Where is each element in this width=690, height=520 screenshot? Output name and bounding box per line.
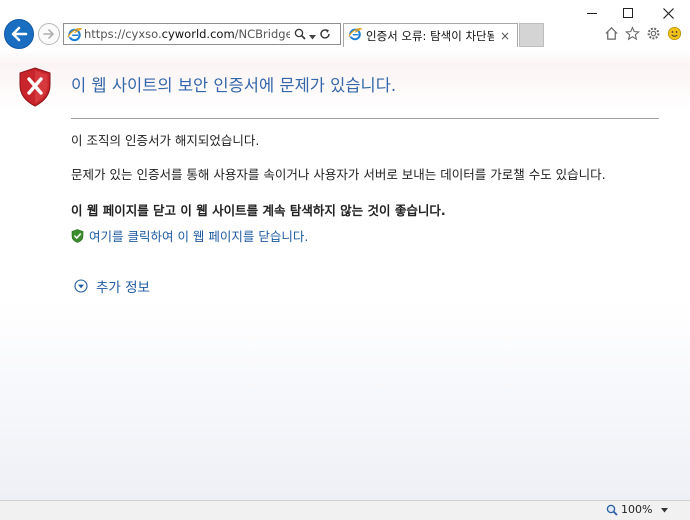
maximize-button[interactable]: [613, 4, 643, 22]
close-page-link-text[interactable]: 여기를 클릭하여 이 웹 페이지를 닫습니다.: [89, 226, 308, 245]
magnifier-icon: [606, 504, 618, 516]
ie-logo-icon: [348, 26, 363, 45]
close-window-button[interactable]: [653, 4, 683, 22]
browser-chrome: https://cyxso.cyworld.com/NCBridge.sk?in…: [0, 0, 690, 50]
refresh-icon: [320, 28, 330, 39]
chevron-down-icon: [661, 508, 668, 513]
url-host: cyworld.com: [161, 27, 235, 41]
forward-arrow-icon: [43, 29, 54, 39]
back-button[interactable]: [4, 19, 34, 49]
back-arrow-icon: [11, 26, 28, 42]
search-dropdown-button[interactable]: [309, 25, 316, 44]
search-button[interactable]: [294, 25, 306, 44]
tab-certificate-error[interactable]: 인증서 오류: 탐색이 차단됨 ×: [343, 23, 518, 47]
zoom-level: 100%: [621, 503, 653, 516]
search-icon: [294, 28, 306, 40]
minimize-button[interactable]: [577, 4, 607, 22]
page-title: 이 웹 사이트의 보안 인증서에 문제가 있습니다.: [71, 76, 397, 95]
favorites-button[interactable]: [624, 25, 640, 41]
risk-message: 문제가 있는 인증서를 통해 사용자를 속이거나 사용자가 서버로 보내는 데이…: [71, 167, 606, 182]
advice-message: 이 웹 페이지를 닫고 이 웹 사이트를 계속 탐색하지 않는 것이 좋습니다.: [71, 203, 446, 218]
revoked-message: 이 조직의 인증서가 해지되었습니다.: [71, 133, 260, 148]
shield-check-icon: [71, 228, 84, 243]
star-icon: [624, 25, 640, 40]
divider: [71, 118, 659, 119]
address-bar[interactable]: https://cyxso.cyworld.com/NCBridge.sk?in…: [63, 23, 341, 45]
url-text[interactable]: https://cyxso.cyworld.com/NCBridge.sk?in…: [84, 27, 290, 41]
shield-error-icon: [19, 67, 51, 107]
close-page-link[interactable]: 여기를 클릭하여 이 웹 페이지를 닫습니다.: [71, 226, 308, 245]
home-button[interactable]: [603, 25, 619, 41]
settings-button[interactable]: [645, 25, 661, 41]
zoom-dropdown-button[interactable]: [661, 506, 668, 515]
chevron-down-circle-icon: [74, 279, 88, 293]
new-tab-button[interactable]: [519, 23, 544, 47]
more-info-label[interactable]: 추가 정보: [96, 276, 150, 296]
forward-button[interactable]: [38, 23, 60, 45]
feedback-button[interactable]: [666, 25, 682, 41]
tab-title: 인증서 오류: 탐색이 차단됨: [366, 28, 494, 43]
close-icon: [662, 7, 674, 19]
page-content: 이 웹 사이트의 보안 인증서에 문제가 있습니다. 이 조직의 인증서가 해지…: [0, 50, 690, 500]
minimize-icon: [587, 12, 597, 14]
maximize-icon: [623, 8, 633, 18]
status-bar: 100%: [0, 500, 690, 520]
more-info-toggle[interactable]: 추가 정보: [74, 276, 150, 296]
gear-icon: [647, 27, 659, 39]
zoom-control[interactable]: 100%: [606, 503, 652, 516]
url-path: /NCBridge.sk?info: [234, 27, 290, 41]
home-icon: [604, 26, 618, 40]
chevron-down-icon: [309, 34, 316, 39]
ie-logo-icon: [64, 24, 84, 44]
smiley-icon: [667, 26, 681, 40]
refresh-button[interactable]: [319, 25, 331, 44]
tab-close-button[interactable]: ×: [500, 29, 510, 43]
url-prefix: https://cyxso.: [84, 27, 162, 41]
